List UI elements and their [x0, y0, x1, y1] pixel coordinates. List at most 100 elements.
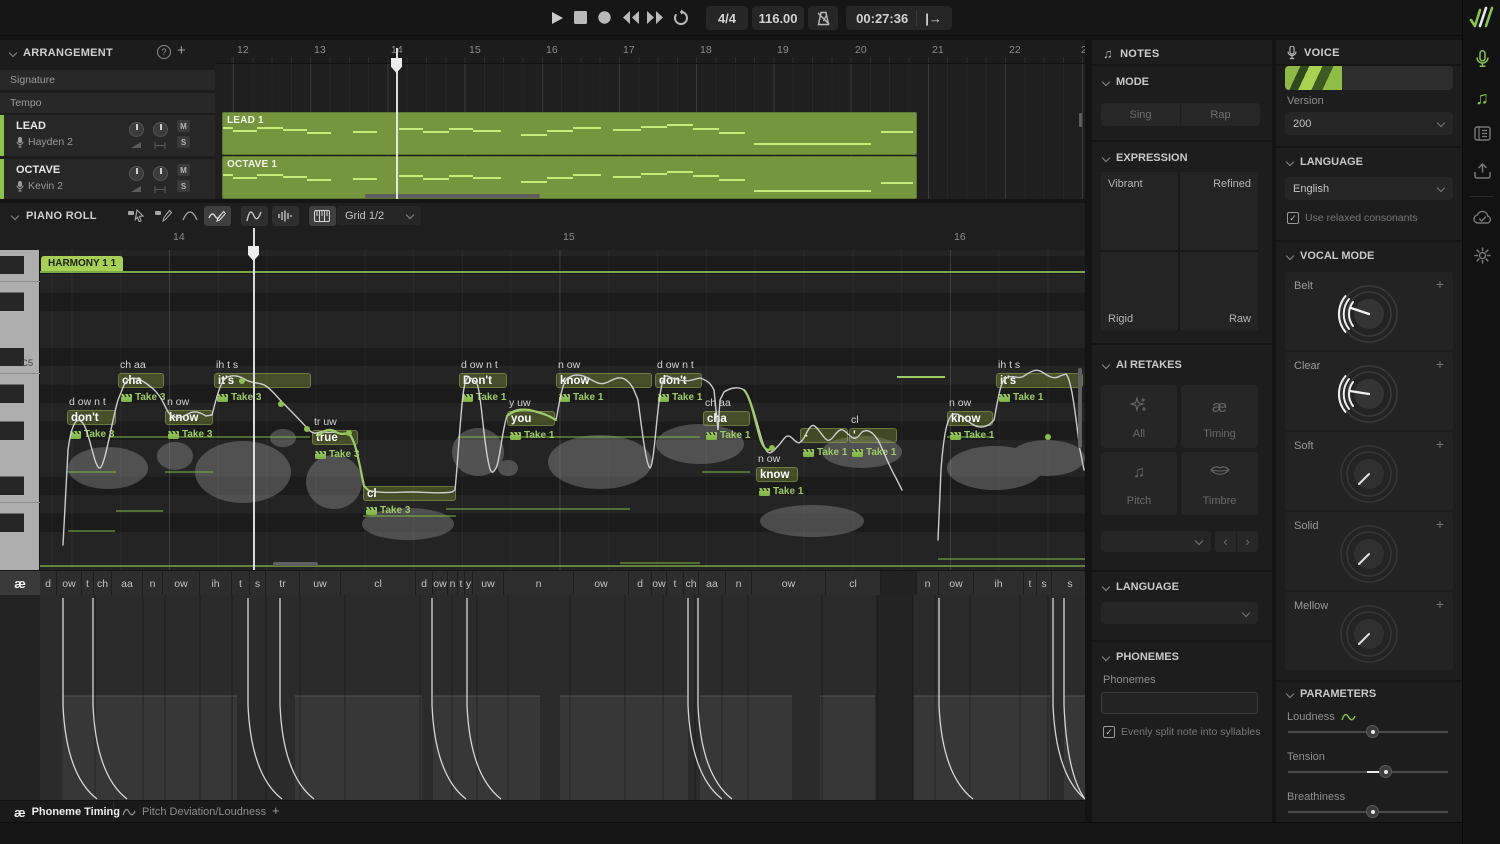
track-lead[interactable]: LEAD Hayden 2 M S: [0, 115, 215, 156]
clip-lead-1[interactable]: LEAD 1: [222, 112, 917, 155]
phoneme-cell[interactable]: ow: [752, 571, 826, 596]
volume-knob[interactable]: [129, 166, 144, 181]
retake-pitch-button[interactable]: ♫ Pitch: [1101, 452, 1177, 515]
mute-button[interactable]: M: [177, 164, 190, 176]
take-badge[interactable]: Take 1: [759, 486, 803, 497]
phoneme-cell[interactable]: t: [82, 571, 94, 596]
phoneme-cell[interactable]: aa: [112, 571, 143, 596]
expression-xy-pad[interactable]: Vibrant Refined Rigid Raw: [1101, 172, 1258, 330]
phoneme-cell[interactable]: aa: [699, 571, 726, 596]
note[interactable]: n ow know Take 3: [165, 410, 213, 425]
solid-knob[interactable]: [1337, 522, 1401, 586]
xy-quadrant-vibrant[interactable]: Vibrant: [1101, 172, 1178, 250]
voice-tab-icon[interactable]: [1463, 50, 1500, 68]
note[interactable]: ih t s it's Take 1: [996, 373, 1083, 388]
phoneme-cell[interactable]: t: [458, 571, 465, 596]
pitch-pencil-tool[interactable]: [204, 206, 231, 226]
phoneme-cell[interactable]: ih: [200, 571, 232, 596]
take-badge[interactable]: Take 1: [803, 447, 847, 458]
tempo-display[interactable]: 116.00: [752, 6, 804, 30]
piano-keyboard[interactable]: C5 C4: [0, 250, 40, 570]
black-keys[interactable]: [0, 250, 24, 570]
take-badge[interactable]: Take 1: [462, 392, 506, 403]
add-automation-button[interactable]: +: [1436, 596, 1444, 612]
phoneme-cell[interactable]: ow: [57, 571, 82, 596]
play-button[interactable]: [549, 10, 565, 26]
vocal-mode-clear[interactable]: Clear+: [1285, 352, 1453, 430]
draw-note-tool[interactable]: [150, 206, 177, 226]
export-icon[interactable]: [1463, 163, 1500, 179]
playhead-follow-icon[interactable]: |→: [917, 11, 942, 26]
settings-gear-icon[interactable]: [1463, 247, 1500, 264]
clear-knob[interactable]: [1337, 362, 1401, 426]
tab-pitch-deviation[interactable]: Pitch Deviation/Loudness: [113, 801, 274, 823]
take-badge[interactable]: Take 1: [658, 392, 702, 403]
vocal-mode-section-header[interactable]: VOCAL MODE: [1287, 250, 1374, 262]
arrangement-header[interactable]: ARRANGEMENT: [10, 47, 113, 59]
add-automation-button[interactable]: +: [1436, 436, 1444, 452]
pianoroll-hscrollbar[interactable]: [273, 562, 318, 566]
expression-section-header[interactable]: EXPRESSION: [1103, 152, 1188, 164]
tension-slider[interactable]: [1288, 765, 1448, 778]
phoneme-cell[interactable]: ih: [974, 571, 1024, 596]
phoneme-cell[interactable]: n: [726, 571, 752, 596]
note[interactable]: d ow n t Don't Take 1: [459, 373, 507, 388]
take-badge[interactable]: Take 1: [510, 430, 554, 441]
xy-quadrant-rigid[interactable]: Rigid: [1101, 252, 1178, 330]
solo-button[interactable]: S: [177, 180, 190, 192]
arrangement-info-icon[interactable]: ?: [157, 45, 171, 59]
add-automation-button[interactable]: +: [1436, 516, 1444, 532]
take-badge[interactable]: Take 3: [70, 429, 114, 440]
slider-thumb[interactable]: [1366, 725, 1379, 738]
phoneme-cell[interactable]: ch: [94, 571, 112, 596]
note[interactable]: d ow n t don't Take 1: [655, 373, 702, 388]
time-signature-display[interactable]: 4/4: [706, 6, 748, 30]
metronome-toggle[interactable]: [808, 6, 838, 30]
phoneme-cell[interactable]: ch: [684, 571, 699, 596]
phoneme-cell[interactable]: n: [917, 571, 939, 596]
phoneme-cell[interactable]: ow: [433, 571, 448, 596]
note[interactable]: n ow know Take 1: [556, 373, 652, 388]
add-track-button[interactable]: +: [177, 42, 186, 59]
phoneme-cell[interactable]: cl: [826, 571, 881, 596]
track-octave[interactable]: OCTAVE Kevin 2 M S: [0, 159, 215, 199]
phoneme-cell[interactable]: ow: [652, 571, 667, 596]
note[interactable]: n ow know Take 1: [947, 411, 993, 426]
note[interactable]: cl Take 3: [363, 486, 456, 501]
phoneme-cell[interactable]: ow: [163, 571, 200, 596]
note[interactable]: d ow n t don't Take 3: [67, 410, 116, 425]
phoneme-cell[interactable]: [881, 571, 917, 596]
phoneme-cell[interactable]: d: [40, 571, 57, 596]
phoneme-cell[interactable]: t: [1024, 571, 1037, 596]
language-section-header[interactable]: LANGUAGE: [1103, 581, 1179, 593]
mute-button[interactable]: M: [177, 120, 190, 132]
phonemes-input[interactable]: [1101, 692, 1258, 714]
vocal-mode-mellow[interactable]: Mellow+: [1285, 592, 1453, 670]
take-badge[interactable]: Take 1: [852, 447, 896, 458]
voice-language-dropdown[interactable]: English: [1285, 177, 1453, 200]
retake-all-button[interactable]: All: [1101, 385, 1177, 448]
take-select-dropdown[interactable]: [1101, 531, 1211, 552]
phoneme-cell[interactable]: uw: [300, 571, 341, 596]
breathiness-slider[interactable]: [1288, 805, 1448, 818]
ai-retakes-section-header[interactable]: AI RETAKES: [1103, 359, 1182, 371]
arrangement-ruler[interactable]: 12 13 14 15 16 17 18 19 20 21 22 23: [215, 40, 1085, 64]
note-language-dropdown[interactable]: [1101, 602, 1258, 624]
vocal-mode-belt[interactable]: Belt+: [1285, 272, 1453, 350]
phoneme-cell[interactable]: s: [250, 571, 266, 596]
collapse-chevron-icon[interactable]: [11, 211, 19, 219]
phoneme-cell[interactable]: ow: [939, 571, 974, 596]
mode-rap-button[interactable]: Rap: [1181, 103, 1260, 126]
pianoroll-playhead-line[interactable]: [253, 228, 255, 570]
take-badge[interactable]: Take 1: [950, 430, 994, 441]
track-singer[interactable]: Kevin 2: [16, 180, 63, 192]
phoneme-cell[interactable]: uw: [473, 571, 504, 596]
tab-phoneme-timing[interactable]: æ Phoneme Timing: [6, 801, 128, 823]
curve-tool[interactable]: [177, 206, 204, 226]
collapse-chevron-icon[interactable]: [9, 49, 17, 57]
add-automation-button[interactable]: +: [1436, 356, 1444, 372]
note[interactable]: cl ' Take 1: [849, 428, 897, 443]
fast-forward-button[interactable]: [646, 10, 664, 25]
take-badge[interactable]: Take 3: [217, 392, 261, 403]
timecode-display[interactable]: 00:27:36: [856, 11, 917, 26]
